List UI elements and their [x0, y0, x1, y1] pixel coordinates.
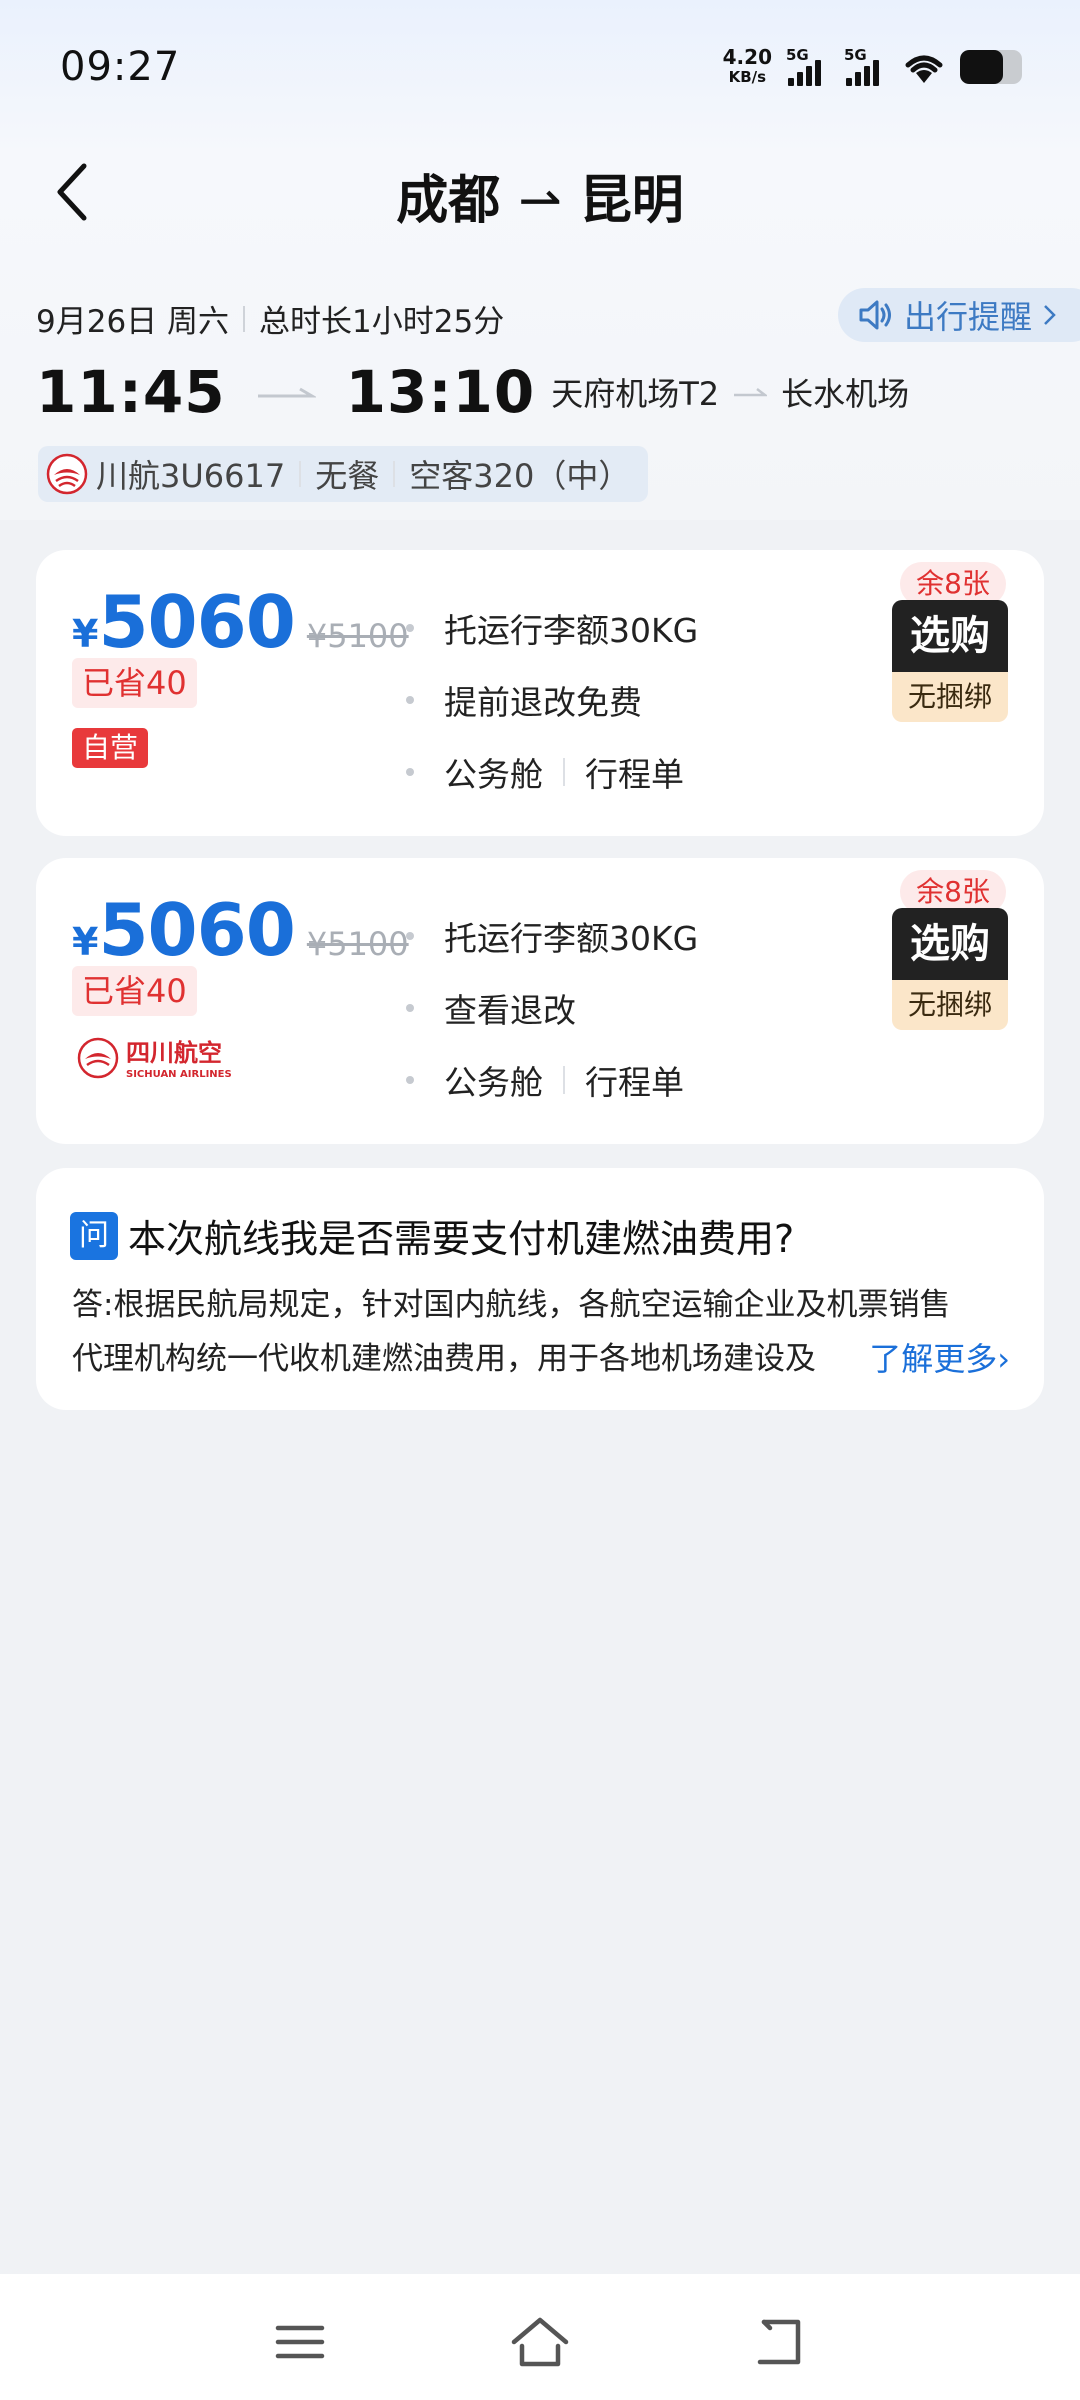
status-icons: 4.20 KB/s 5G 5G — [723, 46, 1022, 88]
destination-city: 昆明 — [579, 171, 684, 231]
page-title: 成都 ⇀ 昆明 — [0, 158, 1080, 233]
price: ¥ 5060 ¥5100 — [72, 586, 409, 658]
route-arrow: ⇀ — [518, 171, 562, 231]
currency-symbol: ¥ — [72, 612, 99, 656]
saved-badge: 已省40 — [72, 966, 197, 1016]
travel-reminder-button[interactable]: 出行提醒 — [838, 288, 1080, 342]
itinerary-doc: 行程单 — [585, 755, 684, 794]
origin-city: 成都 — [396, 171, 501, 231]
buy-block[interactable]: 选购 无捆绑 — [892, 908, 1008, 1030]
menu-icon[interactable] — [270, 2314, 330, 2370]
flight-date-line: 9月26日 周六 总时长1小时25分 — [36, 296, 504, 341]
flight-number: 川航3U6617 — [96, 457, 286, 495]
ticket-features: 托运行李额30KG 提前退改免费 公务舱 行程单 — [406, 592, 698, 808]
travel-reminder-label: 出行提醒 — [904, 298, 1033, 336]
cabin-class: 公务舱 — [444, 755, 543, 794]
flight-arrow-icon — [257, 387, 316, 398]
depart-time: 11:45 — [36, 358, 226, 426]
ticket-features: 托运行李额30KG 查看退改 公务舱 行程单 — [406, 900, 698, 1116]
status-time: 09:27 — [60, 44, 181, 90]
network-speed-value: 4.20 — [722, 45, 772, 69]
price-amount: 5060 — [98, 580, 295, 664]
arrive-airport: 长水机场 — [781, 375, 910, 413]
buy-block[interactable]: 选购 无捆绑 — [892, 600, 1008, 722]
faq-card[interactable]: 问 本次航线我是否需要支付机建燃油费用? 答:根据民航局规定，针对国内航线，各航… — [36, 1168, 1044, 1410]
itinerary-doc: 行程单 — [585, 1063, 684, 1102]
system-nav-bar — [0, 2274, 1080, 2400]
ticket-card[interactable]: ¥ 5060 ¥5100 已省40 四川航空 SICHUAN AIRLINES … — [36, 858, 1044, 1144]
select-buy-button[interactable]: 选购 — [892, 908, 1008, 980]
signal-icon-2: 5G — [844, 46, 888, 88]
original-price: ¥5100 — [306, 617, 409, 655]
feature-refund-link[interactable]: 查看退改 — [406, 972, 698, 1044]
price-amount: 5060 — [98, 888, 295, 972]
flight-duration: 总时长1小时25分 — [259, 304, 505, 340]
divider — [299, 461, 302, 487]
question-icon: 问 — [70, 1211, 118, 1260]
feature-baggage: 托运行李额30KG — [406, 592, 698, 664]
learn-more-link[interactable]: 了解更多› — [839, 1332, 1010, 1386]
flight-date: 9月26日 周六 — [36, 304, 230, 340]
aircraft-type: 空客320（中） — [409, 457, 631, 495]
speaker-icon — [859, 300, 891, 330]
chevron-right-icon — [1044, 305, 1056, 325]
battery-icon — [960, 50, 1022, 84]
back-nav-icon[interactable] — [750, 2314, 810, 2370]
divider — [243, 305, 246, 332]
sichuan-airlines-brand-logo: 四川航空 SICHUAN AIRLINES — [77, 1037, 232, 1080]
faq-answer-line1: 答:根据民航局规定，针对国内航线，各航空运输企业及机票销售 — [72, 1287, 951, 1323]
meal-info: 无餐 — [315, 457, 380, 495]
feature-refund[interactable]: 提前退改免费 — [406, 664, 698, 736]
airport-arrow-icon — [734, 388, 768, 397]
signal-icon: 5G — [786, 46, 830, 88]
cabin-class: 公务舱 — [444, 1063, 543, 1102]
depart-airport: 天府机场T2 — [551, 375, 720, 413]
faq-question-text: 本次航线我是否需要支付机建燃油费用? — [128, 1217, 795, 1261]
original-price: ¥5100 — [306, 925, 409, 963]
network-speed-unit: KB/s — [728, 68, 767, 86]
select-buy-button[interactable]: 选购 — [892, 600, 1008, 672]
arrive-time: 13:10 — [345, 358, 536, 426]
price: ¥ 5060 ¥5100 — [72, 894, 409, 966]
ticket-card[interactable]: ¥ 5060 ¥5100 已省40 自营 托运行李额30KG 提前退改免费 公务… — [36, 550, 1044, 836]
currency-symbol: ¥ — [72, 920, 99, 964]
wifi-icon — [905, 55, 943, 83]
airline-info: 川航3U6617 无餐 空客320（中） — [38, 446, 649, 502]
feature-cabin: 公务舱 行程单 — [406, 736, 698, 808]
no-bundle-label: 无捆绑 — [892, 672, 1008, 722]
network-speed: 4.20 KB/s — [723, 47, 772, 87]
svg-text:SICHUAN AIRLINES: SICHUAN AIRLINES — [126, 1069, 232, 1080]
no-bundle-label: 无捆绑 — [892, 980, 1008, 1030]
divider — [393, 461, 396, 487]
self-operated-badge: 自营 — [72, 728, 149, 768]
saved-badge: 已省40 — [72, 658, 197, 708]
faq-question: 问 本次航线我是否需要支付机建燃油费用? — [70, 1208, 794, 1263]
status-bar: 09:27 4.20 KB/s 5G 5G — [0, 0, 1080, 130]
flight-times: 11:45 13:10 天府机场T2 长水机场 — [36, 358, 909, 426]
faq-answer-line2: 代理机构统一代收机建燃油费用，用于各地机场建设及 — [72, 1341, 816, 1377]
sichuan-airlines-logo-icon — [46, 453, 88, 495]
svg-text:四川航空: 四川航空 — [126, 1039, 222, 1067]
airports: 天府机场T2 长水机场 — [551, 369, 909, 415]
feature-cabin: 公务舱 行程单 — [406, 1044, 698, 1116]
feature-baggage: 托运行李额30KG — [406, 900, 698, 972]
home-icon[interactable] — [510, 2314, 570, 2370]
